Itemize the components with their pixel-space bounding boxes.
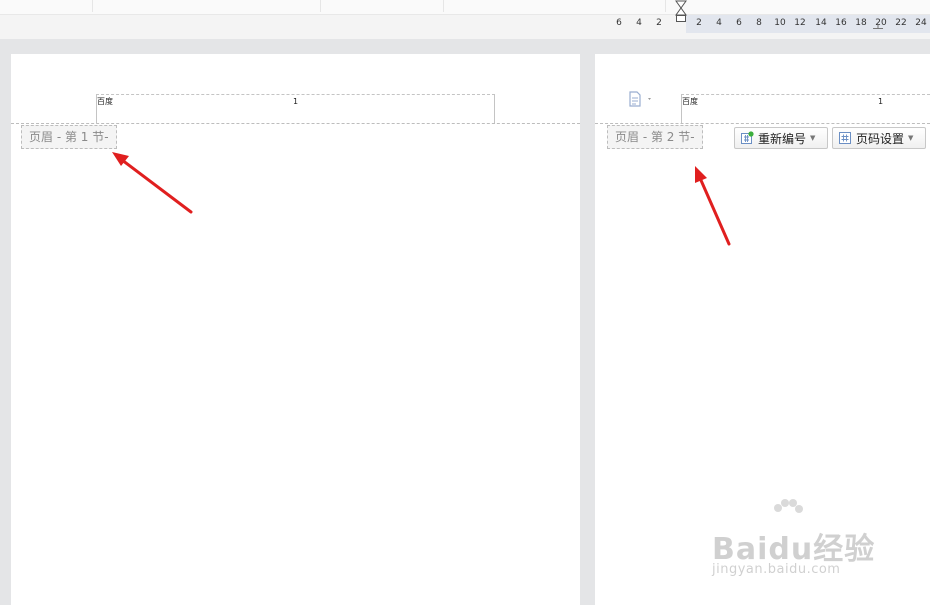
ruler-tick-label: 4	[716, 18, 722, 28]
ruler-tick-label: 2	[656, 18, 662, 28]
watermark-url: jingyan.baidu.com	[712, 562, 841, 577]
toolbar-separator	[665, 0, 666, 12]
toolbar-strip	[0, 0, 930, 15]
ruler-tick-label: 24	[915, 18, 927, 28]
ruler-tick-label: 10	[774, 18, 786, 28]
page-number-icon[interactable]	[628, 91, 654, 107]
ruler-tick-label: 4	[636, 18, 642, 28]
chevron-down-icon: ▼	[908, 134, 914, 142]
renumber-button[interactable]: 重新编号 ▼	[734, 127, 828, 149]
ruler-tick-label: 22	[895, 18, 907, 28]
horizontal-ruler[interactable]: 6 4 2 2 4 6 8 10 12 14 16 18 20 22 24	[0, 15, 930, 39]
tab-stop-icon[interactable]	[873, 25, 883, 29]
header-section-label: 页眉 - 第 2 节-	[607, 125, 703, 149]
ruler-tick-label: 8	[756, 18, 762, 28]
ruler-tick-label: 2	[696, 18, 702, 28]
header-right-cell-text[interactable]: 1	[293, 97, 298, 107]
header-section-label: 页眉 - 第 1 节-	[21, 125, 117, 149]
page-number-settings-icon	[839, 132, 851, 144]
renumber-icon	[741, 131, 754, 144]
paw-logo-icon	[774, 499, 803, 513]
ruler-tick-label: 14	[815, 18, 827, 28]
header-table	[681, 94, 930, 124]
ruler-tick-label: 16	[835, 18, 847, 28]
toolbar-separator	[320, 0, 321, 12]
ruler-tick-label: 12	[794, 18, 806, 28]
header-left-cell-text[interactable]: 百度	[97, 97, 113, 107]
header-right-cell-text[interactable]: 1	[878, 97, 883, 107]
indent-marker-icon[interactable]	[675, 0, 687, 24]
header-left-cell-text[interactable]: 百度	[682, 97, 698, 107]
page-number-settings-label: 页码设置	[856, 131, 905, 146]
document-page-2[interactable]: 百度 1 页眉 - 第 2 节- 重新编号 ▼ 页码设置 ▼	[595, 54, 930, 605]
renumber-button-label: 重新编号	[758, 131, 807, 146]
page-number-settings-button[interactable]: 页码设置 ▼	[832, 127, 926, 149]
ruler-tick-label: 6	[616, 18, 622, 28]
toolbar-separator	[443, 0, 444, 12]
header-boundary-line	[11, 123, 580, 124]
toolbar-separator	[92, 0, 93, 12]
ruler-tick-label: 6	[736, 18, 742, 28]
chevron-down-icon: ▼	[810, 134, 816, 142]
ruler-tick-label: 18	[855, 18, 867, 28]
document-page-1[interactable]: 百度 1 页眉 - 第 1 节-	[11, 54, 580, 605]
header-boundary-line	[595, 123, 930, 124]
